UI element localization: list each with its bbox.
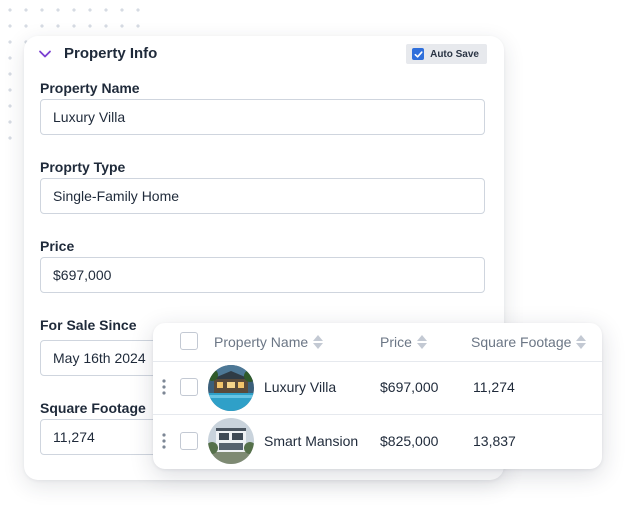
chevron-down-icon[interactable] [38,47,52,61]
column-header-square-footage[interactable]: Square Footage [471,334,587,350]
panel-title: Property Info [64,45,158,62]
property-name-cell: Luxury Villa [264,379,337,395]
for-sale-since-label: For Sale Since [40,317,137,333]
autosave-toggle[interactable]: Auto Save [406,44,487,64]
property-name-cell: Smart Mansion [264,433,359,449]
table-header: Property Name Price Square Footage [153,323,602,362]
price-cell: $697,000 [380,379,439,395]
property-name-label: Property Name [40,80,140,96]
sort-icon[interactable] [575,334,587,350]
mansion-photo [208,418,254,464]
table-row[interactable]: Luxury Villa $697,000 11,274 [153,361,602,415]
checkmark-icon [414,50,423,58]
row-checkbox[interactable] [180,378,198,396]
property-type-input[interactable]: Single-Family Home [40,178,485,214]
column-label: Property Name [214,334,309,350]
property-type-label: Proprty Type [40,159,126,175]
price-label: Price [40,238,75,254]
column-label: Square Footage [471,334,572,350]
sort-icon[interactable] [416,334,428,350]
row-checkbox[interactable] [180,432,198,450]
column-header-property-name[interactable]: Property Name [214,334,324,350]
column-header-price[interactable]: Price [380,334,428,350]
square-footage-cell: 13,837 [473,433,516,449]
square-footage-label: Square Footage [40,400,146,416]
square-footage-cell: 11,274 [473,379,515,395]
autosave-checkbox[interactable] [412,48,425,60]
sort-icon[interactable] [312,334,324,350]
property-name-input[interactable]: Luxury Villa [40,99,485,135]
drag-handle-icon[interactable] [162,379,166,395]
price-input[interactable]: $697,000 [40,257,485,293]
drag-handle-icon[interactable] [162,433,166,449]
table-row[interactable]: Smart Mansion $825,000 13,837 [153,415,602,468]
villa-photo [208,365,254,411]
select-all-checkbox[interactable] [180,332,198,350]
property-table: Property Name Price Square Footage Luxur… [153,323,602,469]
panel-header[interactable]: Property Info Auto Save [24,36,504,72]
price-cell: $825,000 [380,433,439,449]
column-label: Price [380,334,412,350]
autosave-label: Auto Save [430,48,479,60]
